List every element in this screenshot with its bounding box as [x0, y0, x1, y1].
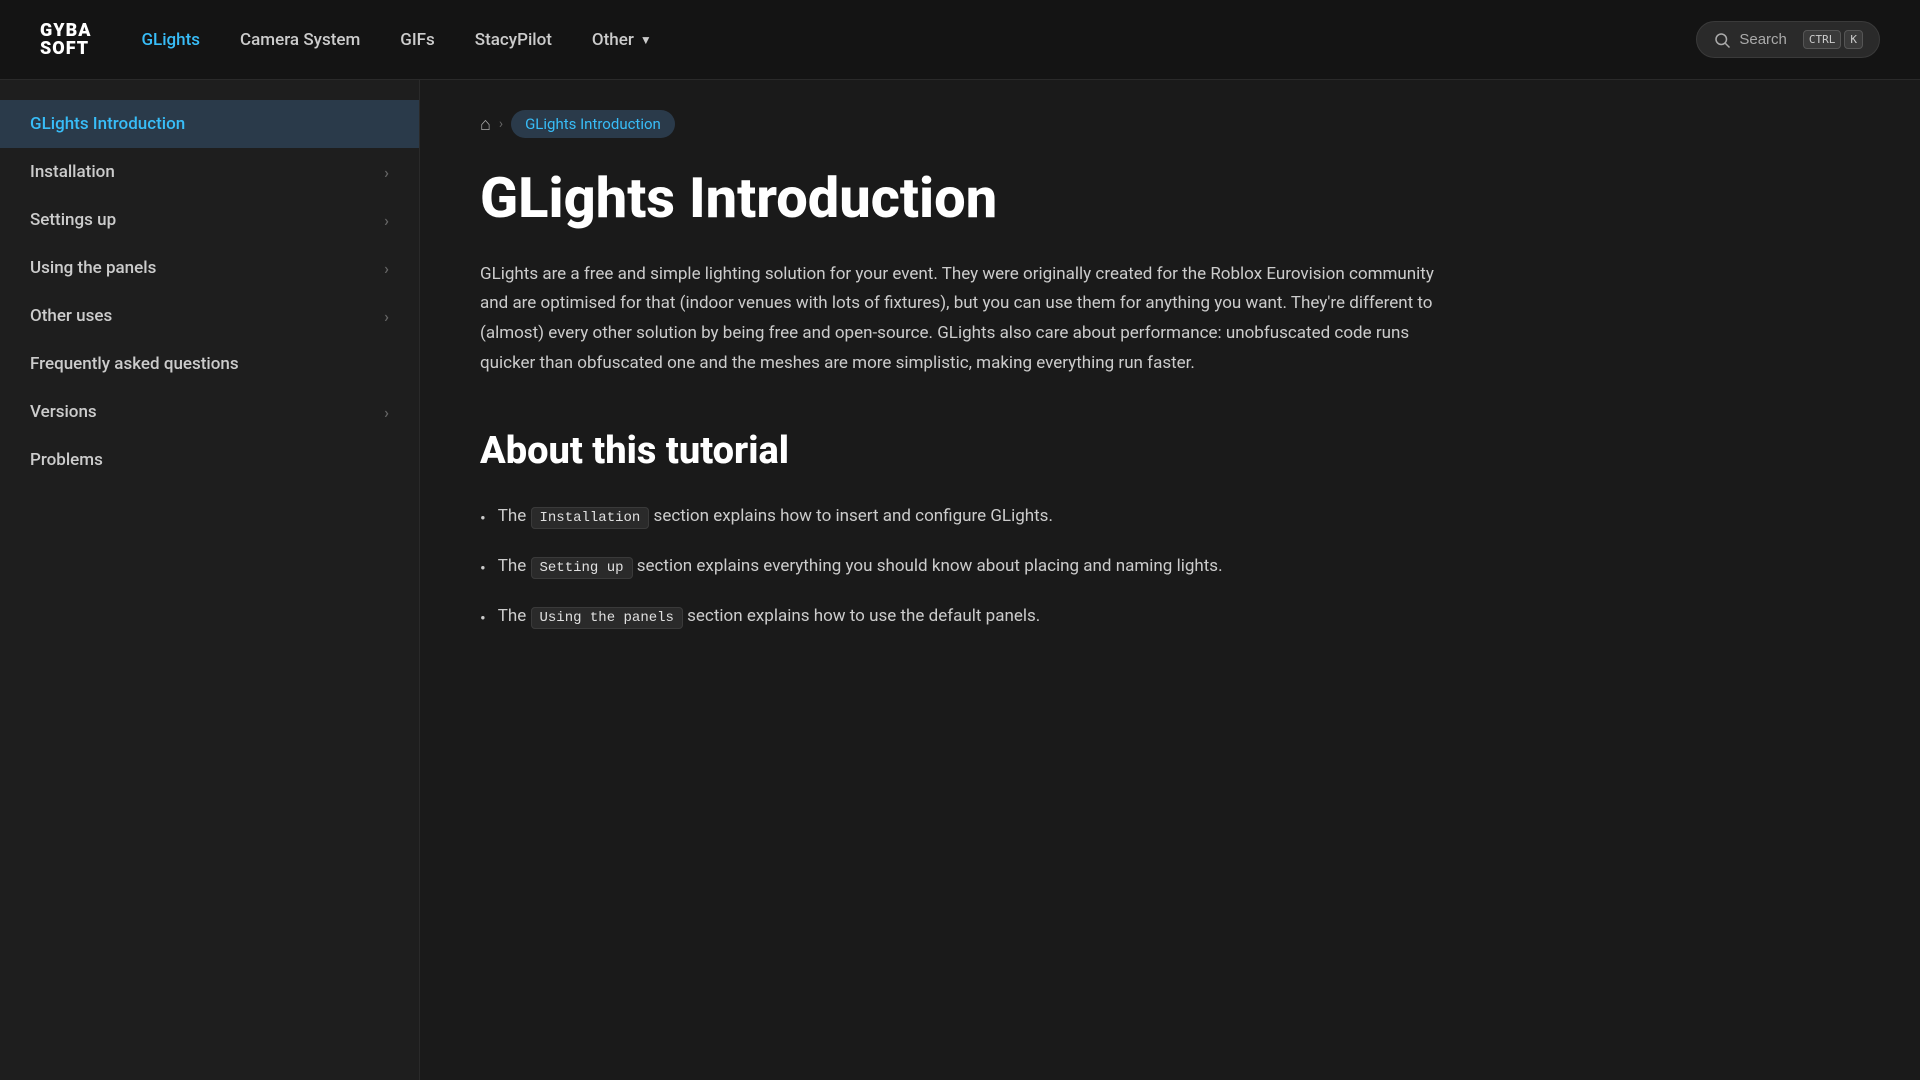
bullet-setting-up: • The Setting up section explains everyt…	[480, 553, 1380, 583]
sidebar-item-glights-intro[interactable]: GLights Introduction	[0, 100, 419, 148]
nav-links: GLights Camera System GIFs StacyPilot Ot…	[141, 30, 1696, 50]
page-layout: GLights Introduction Installation › Sett…	[0, 80, 1920, 1080]
nav-stacypilot[interactable]: StacyPilot	[475, 30, 552, 50]
nav-camera-system[interactable]: Camera System	[240, 30, 360, 50]
page-title: GLights Introduction	[480, 168, 1860, 230]
sidebar-item-settings-up[interactable]: Settings up ›	[0, 196, 419, 244]
breadcrumb: ⌂ › GLights Introduction	[480, 110, 1860, 138]
sidebar-item-using-panels[interactable]: Using the panels ›	[0, 244, 419, 292]
sidebar-item-versions[interactable]: Versions ›	[0, 388, 419, 436]
chevron-down-icon: ▼	[640, 33, 652, 47]
section-title-about: About this tutorial	[480, 429, 1860, 473]
chevron-right-icon: ›	[384, 307, 389, 326]
bullet-dot: •	[480, 606, 486, 633]
inline-code-installation: Installation	[531, 507, 650, 529]
nav-gifs[interactable]: GIFs	[400, 30, 435, 50]
bullet-dot: •	[480, 556, 486, 583]
breadcrumb-home-icon[interactable]: ⌂	[480, 114, 491, 135]
top-navigation: GYBA SOFT GLights Camera System GIFs Sta…	[0, 0, 1920, 80]
main-content: ⌂ › GLights Introduction GLights Introdu…	[420, 80, 1920, 1080]
brand-logo[interactable]: GYBA SOFT	[40, 22, 91, 58]
inline-code-setting-up: Setting up	[531, 557, 633, 579]
sidebar-item-problems[interactable]: Problems	[0, 436, 419, 484]
bullet-using-panels: • The Using the panels section explains …	[480, 603, 1380, 633]
bullet-installation: • The Installation section explains how …	[480, 503, 1380, 533]
nav-other[interactable]: Other ▼	[592, 30, 652, 50]
sidebar-item-other-uses[interactable]: Other uses ›	[0, 292, 419, 340]
sidebar-item-installation[interactable]: Installation ›	[0, 148, 419, 196]
nav-glights[interactable]: GLights	[141, 30, 200, 50]
search-shortcut: CTRL K	[1803, 30, 1863, 49]
breadcrumb-current: GLights Introduction	[511, 110, 675, 138]
search-icon	[1713, 31, 1731, 49]
chevron-right-icon: ›	[384, 403, 389, 422]
chevron-right-icon: ›	[384, 163, 389, 182]
inline-code-using-panels: Using the panels	[531, 607, 683, 629]
sidebar-item-faq[interactable]: Frequently asked questions	[0, 340, 419, 388]
chevron-right-icon: ›	[384, 211, 389, 230]
search-button[interactable]: Search CTRL K	[1696, 21, 1880, 58]
bullet-dot: •	[480, 506, 486, 533]
tutorial-bullets: • The Installation section explains how …	[480, 503, 1380, 634]
chevron-right-icon: ›	[384, 259, 389, 278]
sidebar: GLights Introduction Installation › Sett…	[0, 80, 420, 1080]
breadcrumb-separator: ›	[499, 116, 503, 132]
intro-paragraph: GLights are a free and simple lighting s…	[480, 260, 1440, 379]
